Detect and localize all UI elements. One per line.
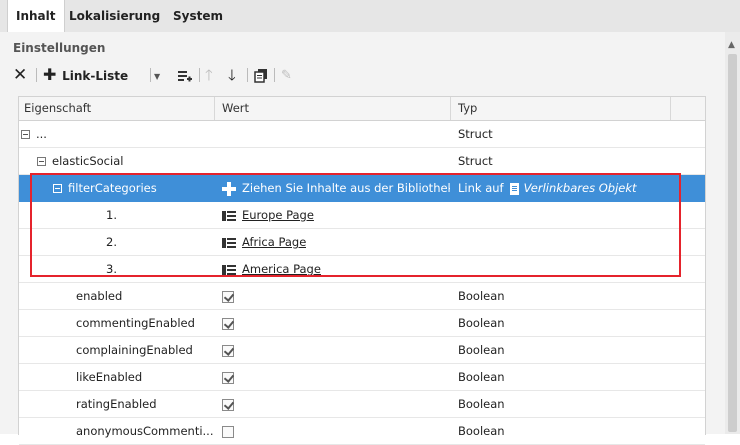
edit-button[interactable]: ✎ (281, 62, 292, 88)
table-row[interactable]: ratingEnabled Boolean (19, 391, 705, 418)
move-down-button[interactable]: 🡓 (228, 62, 236, 88)
property-type: Boolean (458, 316, 505, 330)
table-header: Eigenschaft Wert Typ (19, 97, 705, 121)
copy-icon (254, 68, 267, 83)
column-header-eigenschaft[interactable]: Eigenschaft (24, 97, 91, 120)
highlight-box (30, 173, 681, 277)
property-type: Boolean (458, 397, 505, 411)
checkbox-checked[interactable] (222, 398, 234, 411)
checkbox-checked[interactable] (222, 371, 234, 384)
table-row[interactable]: elasticSocial Struct (19, 148, 705, 175)
vertical-scrollbar[interactable]: ▲ (725, 32, 740, 434)
add-below-icon (178, 70, 192, 81)
dropdown-icon: ▼ (154, 72, 161, 81)
add-link-list-button[interactable]: ✚ Link-Liste (43, 62, 128, 88)
property-name: enabled (76, 289, 123, 303)
checkbox-unchecked[interactable] (222, 425, 234, 438)
scroll-up-icon[interactable]: ▲ (728, 40, 735, 50)
property-name: anonymousCommenti... (76, 424, 214, 438)
property-name: commentingEnabled (76, 316, 195, 330)
property-name: ... (36, 127, 47, 141)
property-name: ratingEnabled (76, 397, 157, 411)
property-name: likeEnabled (76, 370, 143, 384)
table-row[interactable]: ... Struct (19, 121, 705, 148)
column-header-typ[interactable]: Typ (458, 97, 477, 120)
toolbar-separator (36, 68, 37, 82)
property-type: Boolean (458, 343, 505, 357)
add-below-button[interactable] (178, 62, 192, 88)
tab-lokalisierung[interactable]: Lokalisierung (61, 0, 168, 32)
table-row[interactable]: complainingEnabled Boolean (19, 337, 705, 364)
collapse-toggle[interactable] (21, 130, 30, 139)
section-title: Einstellungen (13, 41, 106, 55)
checkbox-checked[interactable] (222, 344, 234, 357)
property-name: elasticSocial (52, 154, 124, 168)
scroll-thumb[interactable] (728, 54, 737, 432)
move-down-icon: 🡓 (228, 66, 236, 84)
move-up-button[interactable]: 🡑 (205, 62, 213, 88)
delete-icon: ✕ (13, 65, 28, 85)
copy-button[interactable] (254, 62, 268, 88)
collapse-toggle[interactable] (37, 157, 46, 166)
column-header-wert[interactable]: Wert (222, 97, 249, 120)
property-type: Boolean (458, 370, 505, 384)
toolbar-separator (199, 68, 200, 82)
link-list-dropdown-button[interactable]: ▼ (154, 62, 160, 88)
property-type: Struct (458, 127, 493, 141)
toolbar-separator (150, 68, 151, 82)
delete-button[interactable]: ✕ (13, 62, 27, 88)
link-list-label: Link-Liste (62, 69, 129, 83)
property-type: Boolean (458, 424, 505, 438)
table-row[interactable]: commentingEnabled Boolean (19, 310, 705, 337)
tab-system[interactable]: System (165, 0, 231, 32)
checkbox-checked[interactable] (222, 317, 234, 330)
table-row[interactable]: enabled Boolean (19, 283, 705, 310)
table-row[interactable]: anonymousCommenti... Boolean (19, 418, 705, 445)
toolbar-separator (247, 68, 248, 82)
toolbar-separator (274, 68, 275, 82)
property-name: complainingEnabled (76, 343, 193, 357)
tab-bar: Inhalt Lokalisierung System (0, 0, 740, 32)
add-icon: ✚ (43, 65, 57, 84)
toolbar: ✕ ✚ Link-Liste ▼ 🡑 🡓 ✎ (13, 62, 333, 88)
edit-icon: ✎ (281, 68, 292, 83)
checkbox-checked[interactable] (222, 290, 234, 303)
move-up-icon: 🡑 (205, 66, 213, 84)
tab-inhalt[interactable]: Inhalt (7, 0, 65, 32)
property-type: Boolean (458, 289, 505, 303)
property-type: Struct (458, 154, 493, 168)
table-row[interactable]: likeEnabled Boolean (19, 364, 705, 391)
